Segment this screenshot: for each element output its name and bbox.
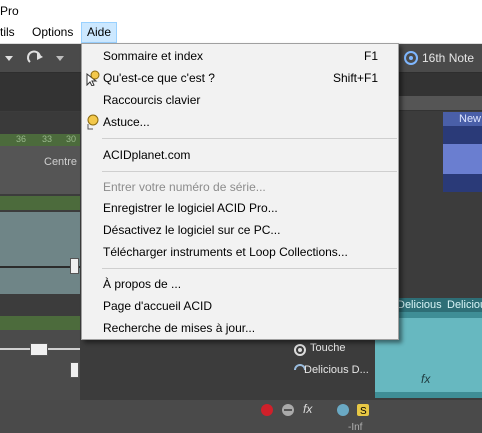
meter-tick: 36: [16, 134, 27, 144]
menu-item-serial: Entrer votre numéro de série...: [103, 180, 266, 194]
menu-separator: [102, 171, 397, 172]
fx-marker: fx: [421, 372, 431, 386]
menu-item-acidplanet[interactable]: ACIDplanet.com: [82, 144, 398, 166]
waveform-graphic: [443, 144, 482, 174]
track-footer: fx S -Inf: [0, 400, 482, 433]
meter-ruler-3: [0, 316, 80, 330]
record-icon[interactable]: [260, 403, 274, 417]
meter-ruler-2: [0, 196, 80, 210]
volume-slider-track[interactable]: [0, 266, 80, 268]
fx-button[interactable]: fx: [303, 402, 312, 416]
track-header-top: [0, 112, 80, 134]
menu-bar: tils Options Aide: [0, 22, 482, 44]
whats-this-icon: [86, 70, 100, 86]
menu-aide[interactable]: Aide: [81, 22, 118, 43]
dropdown-arrow-icon[interactable]: [2, 48, 16, 68]
menu-item-telecharger[interactable]: Télécharger instruments et Loop Collecti…: [82, 241, 398, 263]
gear-icon[interactable]: [292, 342, 308, 358]
menu-item-apropos[interactable]: À propos de ...: [82, 273, 398, 295]
menu-item-raccourcis[interactable]: Raccourcis clavier: [82, 89, 398, 111]
redo-icon[interactable]: [26, 48, 46, 68]
svg-text:S: S: [360, 406, 367, 417]
menu-item-enregistrer[interactable]: Enregistrer le logiciel ACID Pro...: [82, 197, 398, 219]
touch-mode-label[interactable]: Touche: [310, 342, 345, 354]
slider-thumb-2[interactable]: [70, 362, 79, 378]
track-name[interactable]: Delicious D...: [304, 364, 369, 376]
grid-spacing-label[interactable]: 16th Note S: [422, 44, 482, 93]
menu-separator: [102, 268, 397, 269]
track-controls-lower: Touche Delicious D...: [290, 340, 372, 400]
solo-icon[interactable]: S: [356, 403, 370, 417]
help-menu: Sommaire et index F1 Qu'est-ce que c'est…: [81, 43, 399, 340]
menu-item-mises-a-jour[interactable]: Recherche de mises à jour...: [82, 317, 398, 339]
lock-icon[interactable]: [336, 403, 350, 417]
menu-outils[interactable]: tils: [0, 22, 15, 42]
window-title-bar: Pro: [0, 0, 482, 22]
track-panel-2: [0, 212, 80, 294]
window-title: Pro: [0, 4, 19, 18]
menu-options[interactable]: Options: [32, 22, 73, 42]
pan-centre-label: Centre: [44, 156, 78, 168]
meter-tick: 33: [42, 134, 53, 144]
slider-thumb[interactable]: [30, 343, 48, 356]
menu-separator: [102, 138, 397, 139]
menu-item-quest-ce[interactable]: Qu'est-ce que c'est ? Shift+F1: [82, 67, 398, 89]
redo-dropdown-icon[interactable]: [54, 48, 66, 68]
snap-icon[interactable]: [402, 48, 420, 68]
meter-ruler: 36 33 30: [0, 134, 80, 146]
level-readout: -Inf: [348, 422, 363, 433]
track-panel-1: Centre: [0, 146, 80, 194]
track-panel-3: [0, 330, 80, 400]
menu-item-desactiver[interactable]: Désactivez le logiciel sur ce PC...: [82, 219, 398, 241]
menu-item-astuce[interactable]: Astuce...: [82, 111, 398, 133]
menu-item-accueil[interactable]: Page d'accueil ACID: [82, 295, 398, 317]
meter-tick: 30: [66, 134, 77, 144]
timeline-ruler: [398, 96, 482, 110]
volume-slider-thumb[interactable]: [70, 258, 79, 274]
mute-icon[interactable]: [281, 403, 295, 417]
tip-icon: [87, 114, 99, 130]
menu-item-sommaire[interactable]: Sommaire et index F1: [82, 45, 398, 67]
clip-title: New: [443, 112, 482, 126]
audio-clip-new[interactable]: New: [443, 112, 482, 192]
